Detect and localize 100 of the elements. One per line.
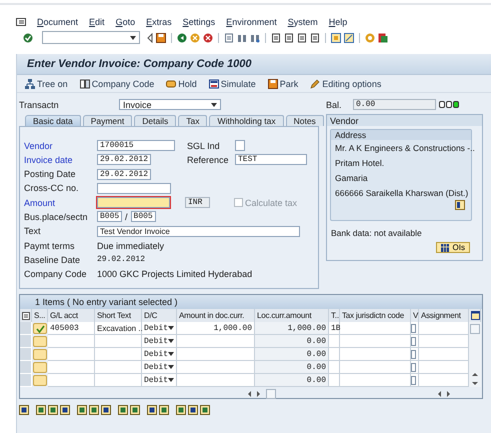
cancel-icon[interactable] [203, 32, 213, 42]
checkbox[interactable] [411, 322, 419, 335]
tab[interactable]: Payment [82, 115, 132, 126]
toolbar-button[interactable]: Hold [166, 78, 197, 88]
column-header[interactable]: T.. [329, 309, 340, 322]
column-header[interactable]: Assignment [419, 309, 469, 322]
table-cell [329, 374, 340, 387]
table-cell [48, 374, 95, 387]
posting-date-field[interactable]: 29.02.2012 [97, 168, 151, 180]
tab[interactable]: Tax [178, 115, 208, 126]
save-icon[interactable] [156, 32, 166, 42]
dropdown-caret-icon[interactable] [168, 352, 174, 356]
vertical-scrollbar[interactable] [469, 322, 481, 387]
tree-icon [25, 78, 35, 88]
pencil-icon [310, 78, 320, 88]
field-label: Text [24, 226, 42, 236]
tab[interactable]: Details [134, 115, 176, 126]
column-header[interactable]: Short Text [95, 309, 142, 322]
menu-item[interactable]: Environment [226, 17, 277, 27]
column-header[interactable]: Loc.curr.amount [255, 309, 329, 322]
scroll-thumb[interactable] [470, 324, 480, 334]
select-all-icon[interactable] [22, 312, 30, 320]
scroll-left-icon[interactable] [248, 390, 251, 396]
amount-field[interactable] [97, 197, 170, 208]
menu-item[interactable]: Help [328, 17, 348, 27]
dropdown-caret-icon[interactable] [130, 36, 136, 40]
checkbox[interactable] [411, 335, 419, 348]
scroll-thumb[interactable] [266, 388, 276, 398]
column-header[interactable]: D/C [142, 309, 177, 322]
column-header[interactable]: G/L acct [48, 309, 95, 322]
tab[interactable]: Notes [286, 115, 324, 126]
debit-credit-dropdown[interactable]: Debit [142, 374, 177, 387]
dropdown-caret-icon[interactable] [211, 102, 217, 106]
menu-item[interactable]: Extras [146, 17, 172, 27]
scroll-right-icon[interactable] [257, 390, 260, 396]
dropdown-caret-icon[interactable] [168, 326, 174, 330]
menu-item[interactable]: Document [37, 17, 78, 27]
scroll-right-icon[interactable] [447, 390, 450, 396]
debit-credit-dropdown[interactable]: Debit [142, 348, 177, 361]
checkbox[interactable] [411, 374, 419, 387]
separator-text: / [125, 212, 128, 222]
menu-item[interactable]: Edit [89, 17, 105, 27]
menu-item[interactable]: Goto [116, 17, 136, 27]
window-icon[interactable] [331, 32, 341, 42]
debit-credit-dropdown[interactable]: Debit [142, 322, 177, 335]
toolbar-button[interactable]: Company Code [80, 78, 154, 88]
payment-terms-text: Due immediately [97, 240, 164, 251]
menu-item[interactable]: Settings [182, 17, 216, 27]
toolbar-button[interactable]: Park [268, 78, 298, 88]
column-settings-icon[interactable] [471, 311, 480, 320]
debit-credit-dropdown[interactable]: Debit [142, 361, 177, 374]
debit-credit-dropdown[interactable]: Debit [142, 335, 177, 348]
section-field[interactable]: B005 [130, 211, 156, 222]
column-header[interactable]: Tax jurisdictn code [340, 309, 411, 322]
checkbox[interactable] [411, 348, 419, 361]
address-title: Address [331, 130, 471, 140]
table-cell [419, 361, 469, 374]
triangle-icon[interactable] [147, 32, 153, 42]
checkmark-icon[interactable] [23, 32, 33, 42]
dropdown-caret-icon[interactable] [168, 378, 174, 382]
text-field[interactable]: Test Vendor Invoice [97, 226, 300, 237]
table-cell: 0.00 [255, 374, 329, 387]
table-cell [419, 322, 469, 335]
menu-item[interactable]: System [288, 17, 318, 27]
dropdown-caret-icon[interactable] [168, 365, 174, 369]
column-header[interactable]: V [411, 309, 419, 322]
layout-icon[interactable] [378, 32, 388, 42]
column-header[interactable]: S... [32, 309, 48, 322]
address-line: 666666 Saraikella Kharswan (Dist.) [334, 186, 470, 200]
table-cell [419, 348, 469, 361]
transaction-dropdown[interactable]: Invoice [119, 99, 221, 110]
table-cell [329, 361, 340, 374]
command-field[interactable] [42, 31, 140, 44]
field-label: Baseline Date [24, 254, 82, 265]
scroll-up-icon[interactable] [472, 373, 478, 376]
window-icon[interactable] [344, 32, 354, 42]
dropdown-caret-icon[interactable] [168, 339, 174, 343]
reference-field[interactable]: TEST [235, 154, 307, 166]
toolbar-button[interactable]: Editing options [310, 78, 382, 88]
sgl-indicator-field[interactable] [235, 140, 245, 151]
toolbar-button[interactable]: Simulate [208, 78, 256, 88]
table-cell [419, 335, 469, 348]
scroll-left-icon[interactable] [438, 390, 441, 396]
scroll-down-icon[interactable] [472, 382, 478, 385]
cross-cc-field[interactable] [97, 182, 171, 194]
company-code-text: 1000 GKC Projects Limited Hyderabad [97, 269, 252, 280]
open-items-button[interactable]: OIs [436, 242, 470, 253]
table-cell: 1,000.00 [255, 322, 329, 335]
tab[interactable]: Basic data [25, 115, 81, 126]
tab[interactable]: Withholding tax [209, 115, 284, 126]
invoice-date-field[interactable]: 29.02.2012 [97, 154, 151, 166]
vendor-field[interactable]: 1700015 [97, 140, 175, 151]
checkbox[interactable] [411, 361, 419, 374]
column-header[interactable]: Amount in doc.curr. [177, 309, 255, 322]
toolbar-button[interactable]: Tree on [25, 78, 68, 88]
business-place-field[interactable]: B005 [97, 211, 122, 222]
table-cell [95, 335, 142, 348]
back-icon[interactable] [177, 32, 187, 42]
table-cell [329, 348, 340, 361]
menu-icon[interactable] [16, 18, 26, 26]
